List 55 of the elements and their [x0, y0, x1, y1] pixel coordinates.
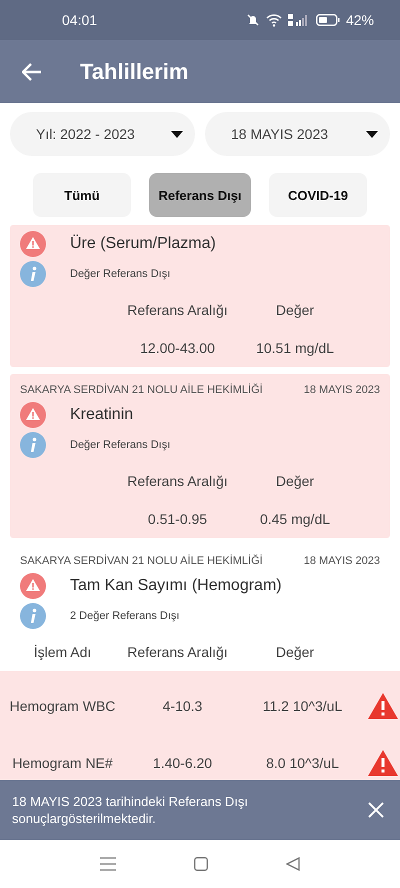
test-name: Tam Kan Sayımı (Hemogram): [70, 577, 282, 595]
column-header: Referans Aralığı: [126, 473, 229, 489]
column-header: İşlem Adı: [32, 644, 92, 660]
status-note: Değer Referans Dışı: [70, 439, 170, 451]
snackbar-message: 18 MAYIS 2023 tarihindeki Referans Dışı sonuçlargösterilmektedir.: [12, 793, 250, 827]
reference-range: 0.51-0.95: [146, 511, 208, 527]
dropdown-caret-icon: [366, 130, 378, 138]
column-header: Referans Aralığı: [126, 302, 229, 318]
mute-icon: [246, 13, 260, 27]
column-header: Referans Aralığı: [126, 644, 229, 660]
result-value: 10.51 mg/dL: [255, 340, 335, 356]
test-name: Hemogram NE#: [11, 754, 114, 770]
reference-range: 1.40-6.20: [152, 754, 214, 770]
test-name: Kreatinin: [70, 406, 134, 424]
result-value: 8.0 10^3/uL: [265, 754, 340, 770]
reference-range: 12.00-43.00: [139, 340, 216, 356]
filter-tab[interactable]: Referans Dışı: [149, 173, 251, 217]
signal-icon: [288, 14, 310, 26]
info-icon: [20, 603, 46, 629]
dropdown[interactable]: 18 MAYIS 2023: [205, 112, 390, 156]
reference-range: 4-10.3: [162, 698, 204, 714]
clock: 04:01: [62, 12, 98, 28]
info-icon: [20, 432, 46, 458]
column-header: Değer: [274, 473, 316, 489]
column-header: Değer: [274, 644, 316, 660]
result-value: 0.45 mg/dL: [258, 511, 332, 527]
result-value: 11.2 10^3/uL: [262, 698, 344, 714]
home-icon[interactable]: [194, 857, 208, 871]
result-date: 18 MAYIS 2023: [304, 555, 380, 567]
filter-tab[interactable]: COVID-19: [269, 173, 367, 217]
result-card[interactable]: Üre (Serum/Plazma) Değer Referans Dışı Referans Aralığı Değer 12.00-43.00 10.51 mg/dL: [10, 225, 390, 367]
test-name: Hemogram WBC: [8, 698, 116, 714]
warning-icon: [20, 402, 46, 428]
page-title: Tahlillerim: [80, 58, 188, 84]
result-date: 18 MAYIS 2023: [304, 384, 380, 396]
facility-name: SAKARYA SERDİVAN 21 NOLU AİLE HEKİMLİĞİ: [20, 384, 263, 396]
info-icon: [20, 261, 46, 287]
wifi-icon: [266, 14, 282, 26]
warning-icon: [20, 231, 46, 257]
dropdown-caret-icon: [171, 130, 183, 138]
close-icon[interactable]: [368, 802, 384, 818]
status-note: 2 Değer Referans Dışı: [70, 610, 180, 622]
warning-icon: [20, 573, 46, 599]
column-header: Değer: [274, 302, 316, 318]
back-arrow-icon[interactable]: [22, 62, 42, 80]
test-name: Üre (Serum/Plazma): [70, 235, 216, 253]
menu-icon[interactable]: [100, 857, 116, 871]
filter-tab[interactable]: Tümü: [33, 173, 131, 217]
back-icon[interactable]: [286, 857, 300, 871]
result-card[interactable]: SAKARYA SERDİVAN 21 NOLU AİLE HEKİMLİĞİ 18 MAYIS 2023 Kreatinin Değer Referans Dışı Referans Aralığı Değer 0.51-0.95 0.45 mg/dL: [10, 374, 390, 538]
battery-icon: [316, 14, 340, 26]
facility-name: SAKARYA SERDİVAN 21 NOLU AİLE HEKİMLİĞİ: [20, 555, 263, 567]
dropdown[interactable]: Yıl: 2022 - 2023: [10, 112, 195, 156]
status-note: Değer Referans Dışı: [70, 268, 170, 280]
battery-level: 42%: [346, 12, 374, 28]
